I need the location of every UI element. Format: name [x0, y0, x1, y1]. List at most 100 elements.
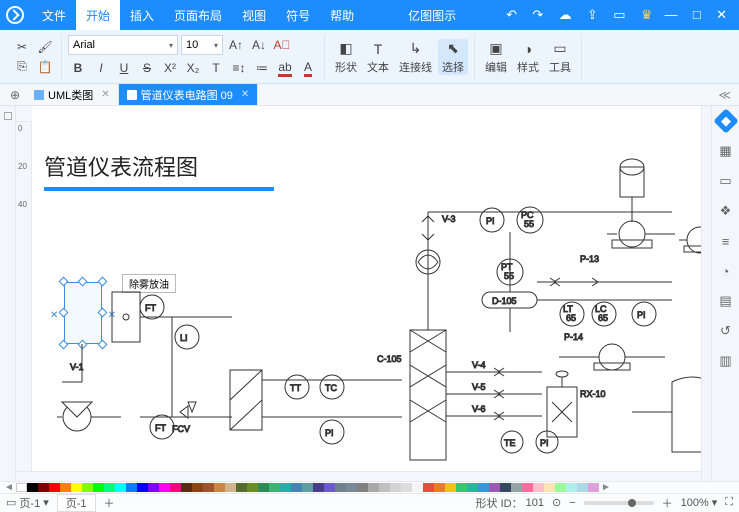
menu-insert[interactable]: 插入	[120, 0, 164, 30]
swatch[interactable]	[16, 483, 27, 492]
left-panel-strip[interactable]	[0, 106, 16, 481]
format-painter-icon[interactable]: 🖌	[35, 37, 55, 57]
history-icon[interactable]: ↺	[717, 322, 735, 340]
swatch[interactable]	[115, 483, 126, 492]
fullscreen-icon[interactable]: ⛶	[725, 496, 733, 509]
props-icon[interactable]: ▥	[717, 352, 735, 370]
crown-icon[interactable]: ♛	[641, 7, 653, 22]
swatch[interactable]	[577, 483, 588, 492]
clear-format-icon[interactable]: A⃠	[272, 35, 292, 55]
swatch[interactable]	[379, 483, 390, 492]
select-button[interactable]: ⬉选择	[438, 39, 468, 75]
ruler-icon[interactable]: ≡	[717, 232, 735, 250]
menu-symbol[interactable]: 符号	[276, 0, 320, 30]
swatch[interactable]	[170, 483, 181, 492]
swatch[interactable]	[148, 483, 159, 492]
font-family-select[interactable]: Arial▾	[68, 35, 178, 55]
swatch[interactable]	[225, 483, 236, 492]
swatch[interactable]	[544, 483, 555, 492]
swatch[interactable]	[181, 483, 192, 492]
decrease-font-icon[interactable]: A↓	[249, 35, 269, 55]
layers-icon[interactable]: ❖	[717, 202, 735, 220]
subscript-icon[interactable]: X₂	[183, 58, 203, 78]
swatch[interactable]	[302, 483, 313, 492]
swatch[interactable]	[27, 483, 38, 492]
vscrollbar[interactable]	[701, 106, 711, 481]
swatch[interactable]	[60, 483, 71, 492]
line-height-icon[interactable]: ≡↕	[229, 58, 249, 78]
cloud-icon[interactable]: ☁	[559, 7, 572, 22]
tab-uml[interactable]: UML类图✕	[26, 84, 119, 105]
swatch[interactable]	[555, 483, 566, 492]
menu-file[interactable]: 文件	[32, 0, 76, 30]
swatch[interactable]	[533, 483, 544, 492]
zoom-slider[interactable]	[584, 501, 654, 505]
swatch[interactable]	[511, 483, 522, 492]
swatch[interactable]	[258, 483, 269, 492]
user-icon[interactable]: ▭	[613, 7, 625, 22]
strike-icon[interactable]: S	[137, 58, 157, 78]
swatch[interactable]	[159, 483, 170, 492]
close-tab-icon[interactable]: ✕	[101, 89, 109, 100]
swatch[interactable]	[423, 483, 434, 492]
swatch[interactable]	[588, 483, 599, 492]
swatch[interactable]	[489, 483, 500, 492]
menu-start[interactable]: 开始	[76, 0, 120, 30]
swatch[interactable]	[401, 483, 412, 492]
swatch[interactable]	[93, 483, 104, 492]
swatch[interactable]	[445, 483, 456, 492]
swatch[interactable]	[291, 483, 302, 492]
superscript-icon[interactable]: X²	[160, 58, 180, 78]
swatch[interactable]	[71, 483, 82, 492]
swatch[interactable]	[126, 483, 137, 492]
grid-icon[interactable]: ▦	[717, 142, 735, 160]
paste-icon[interactable]: 📋	[35, 57, 55, 77]
minimize-icon[interactable]: —	[665, 7, 678, 22]
hscrollbar[interactable]	[16, 471, 701, 481]
swatch[interactable]	[456, 483, 467, 492]
swatch[interactable]	[346, 483, 357, 492]
palette-right-icon[interactable]: ►	[599, 482, 613, 493]
redo-icon[interactable]: ↷	[532, 7, 543, 22]
swatch[interactable]	[335, 483, 346, 492]
connector-button[interactable]: ↳连接线	[395, 39, 436, 75]
increase-font-icon[interactable]: A↑	[226, 35, 246, 55]
cut-icon[interactable]: ✂	[12, 37, 32, 57]
swatch[interactable]	[368, 483, 379, 492]
highlight-icon[interactable]: ab	[275, 58, 295, 78]
theme-icon[interactable]: ◆	[713, 108, 738, 133]
font-size-select[interactable]: 10▾	[181, 35, 223, 55]
chart-icon[interactable]: ◔	[717, 262, 735, 280]
swatch[interactable]	[82, 483, 93, 492]
swatch[interactable]	[522, 483, 533, 492]
page-tab[interactable]: 页-1	[57, 494, 96, 512]
text-button[interactable]: T文本	[363, 39, 393, 75]
close-icon[interactable]: ✕	[716, 7, 727, 22]
edit-button[interactable]: ▣编辑	[481, 39, 511, 75]
swatch[interactable]	[280, 483, 291, 492]
swatch[interactable]	[313, 483, 324, 492]
underline-icon[interactable]: U	[114, 58, 134, 78]
uppercase-icon[interactable]: T	[206, 58, 226, 78]
page-nav[interactable]: ▭ 页-1 ▾	[6, 495, 49, 511]
swatch[interactable]	[500, 483, 511, 492]
swatch[interactable]	[357, 483, 368, 492]
menu-view[interactable]: 视图	[232, 0, 276, 30]
swatch[interactable]	[434, 483, 445, 492]
zoom-value[interactable]: 100% ▾	[681, 496, 718, 509]
copy-icon[interactable]: ⎘	[12, 57, 32, 77]
font-color-icon[interactable]: A	[298, 58, 318, 78]
swatch[interactable]	[104, 483, 115, 492]
tool-button[interactable]: ▭工具	[545, 39, 575, 75]
italic-icon[interactable]: I	[91, 58, 111, 78]
swatch[interactable]	[390, 483, 401, 492]
swatch[interactable]	[247, 483, 258, 492]
share-icon[interactable]: ⇪	[587, 7, 598, 22]
swatch[interactable]	[192, 483, 203, 492]
add-page-icon[interactable]: ＋	[104, 495, 115, 511]
bold-icon[interactable]: B	[68, 58, 88, 78]
tab-pid[interactable]: 管道仪表电路图 09✕	[119, 84, 259, 105]
swatch[interactable]	[49, 483, 60, 492]
bullets-icon[interactable]: ≔	[252, 58, 272, 78]
swatch[interactable]	[467, 483, 478, 492]
